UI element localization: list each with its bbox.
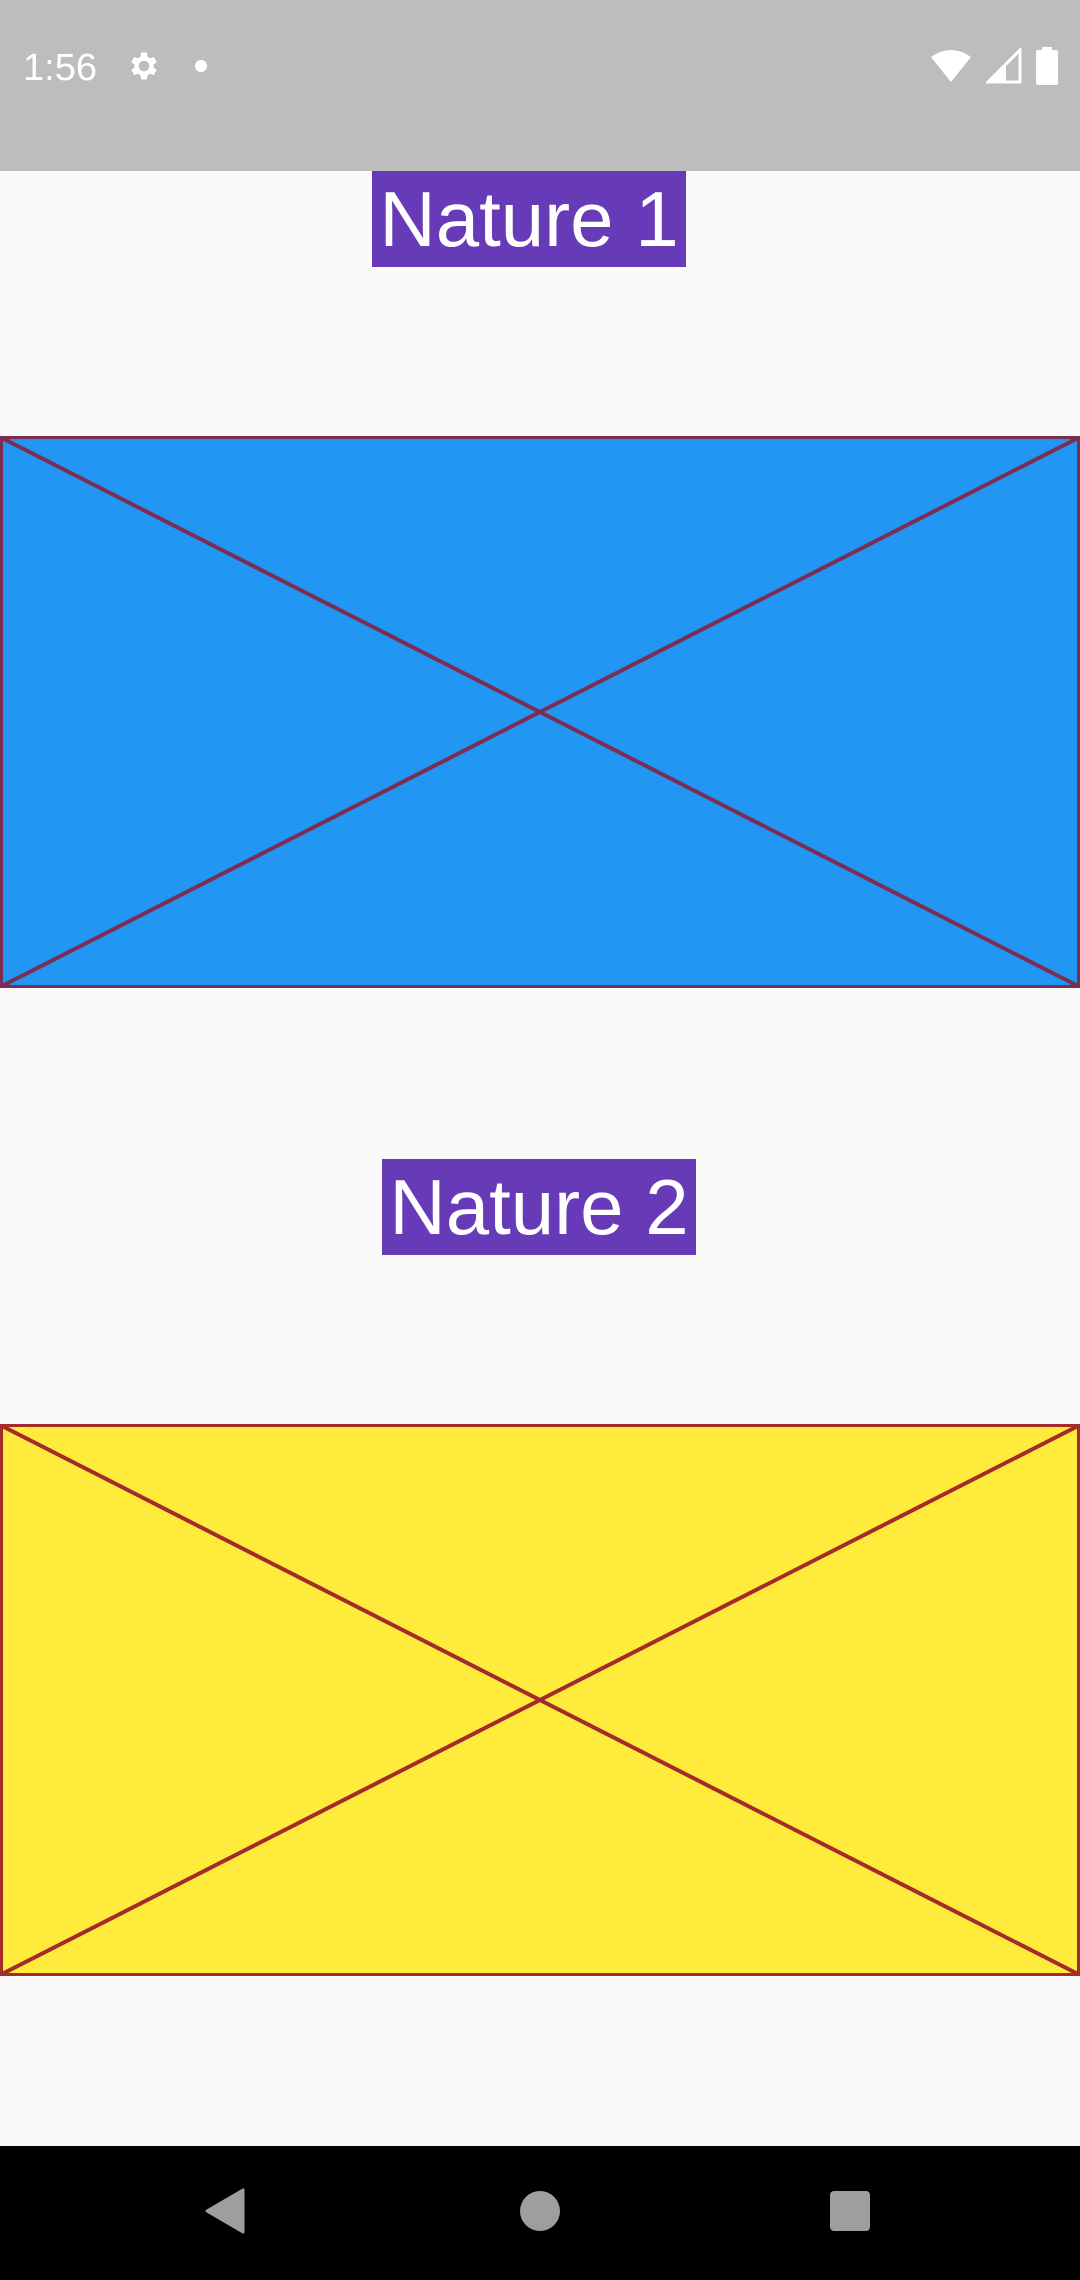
dot-icon: [194, 59, 208, 78]
nature-1-title: Nature 1: [372, 171, 686, 267]
gear-icon: [126, 48, 162, 89]
navigation-bar: [0, 2146, 1080, 2280]
status-time: 1:56: [23, 47, 97, 89]
back-icon: [205, 2188, 245, 2239]
content-list: Nature 1 Nature 2: [0, 171, 1080, 2146]
nature-2-title: Nature 2: [382, 1159, 696, 1255]
screen: 1:56 Nature 1 Nature 2: [0, 0, 1080, 2280]
status-left-icons: [126, 46, 208, 90]
back-button[interactable]: [190, 2178, 260, 2248]
recents-button[interactable]: [815, 2178, 885, 2248]
home-icon: [519, 2190, 561, 2237]
status-bar: 1:56: [0, 0, 1080, 171]
signal-icon: [984, 45, 1022, 89]
home-button[interactable]: [505, 2178, 575, 2248]
recents-icon: [829, 2190, 871, 2237]
nature-1-image-placeholder: [0, 436, 1080, 988]
wifi-icon: [930, 49, 972, 88]
battery-icon: [1036, 46, 1058, 90]
nature-2-image-placeholder: [0, 1424, 1080, 1976]
status-right-icons: [930, 45, 1058, 90]
